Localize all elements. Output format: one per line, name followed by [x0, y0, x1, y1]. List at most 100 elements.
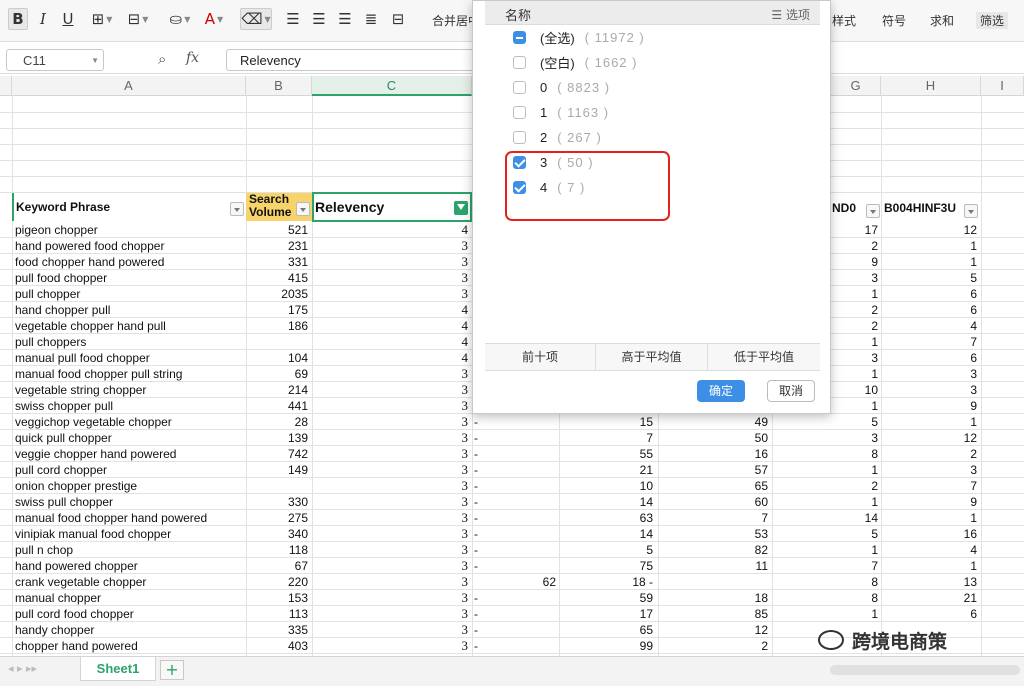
filter-dropdown-a[interactable]: [230, 202, 244, 216]
col-d-cell[interactable]: 62: [474, 574, 556, 590]
formula-input[interactable]: Relevency: [226, 49, 486, 71]
keyword-cell[interactable]: manual chopper: [15, 590, 245, 606]
checkbox[interactable]: [513, 55, 526, 69]
search-volume-cell[interactable]: 186: [248, 318, 308, 334]
options-button[interactable]: ☰ 选项: [771, 6, 810, 23]
col-f-cell[interactable]: 82: [660, 542, 768, 558]
cancel-button[interactable]: 取消: [767, 380, 815, 402]
search-volume-cell[interactable]: 69: [248, 366, 308, 382]
keyword-cell[interactable]: hand powered chopper: [15, 558, 245, 574]
ok-button[interactable]: 确定: [697, 380, 745, 402]
keyword-cell[interactable]: pull cord chopper: [15, 462, 245, 478]
search-volume-cell[interactable]: 2035: [248, 286, 308, 302]
relevency-cell[interactable]: 3: [314, 574, 469, 590]
col-h-cell[interactable]: 3: [883, 366, 977, 382]
relevency-cell[interactable]: 3: [314, 382, 469, 398]
filter-list-item[interactable]: 1 ( 1163 ): [513, 102, 609, 122]
justify-button[interactable]: ≣: [362, 8, 380, 30]
keyword-cell[interactable]: quick pull chopper: [15, 430, 245, 446]
col-e-cell[interactable]: 99: [561, 638, 653, 654]
col-e-cell[interactable]: 63: [561, 510, 653, 526]
keyword-cell[interactable]: swiss chopper pull: [15, 398, 245, 414]
col-f-cell[interactable]: 65: [660, 478, 768, 494]
distribute-button[interactable]: ⊟: [388, 8, 408, 30]
col-d-cell[interactable]: -: [474, 446, 556, 462]
merge-format-button[interactable]: ⊟ ▼: [124, 8, 152, 30]
search-volume-cell[interactable]: 220: [248, 574, 308, 590]
horizontal-scrollbar[interactable]: [830, 665, 1020, 675]
relevency-cell[interactable]: 3: [314, 606, 469, 622]
keyword-cell[interactable]: vinipiak manual food chopper: [15, 526, 245, 542]
underline-button[interactable]: U: [58, 8, 78, 30]
filter-list-item[interactable]: (空白) ( 1662 ): [513, 52, 637, 72]
col-e-cell[interactable]: 5: [561, 542, 653, 558]
search-volume-cell[interactable]: 67: [248, 558, 308, 574]
col-g-cell[interactable]: 3: [774, 430, 878, 446]
border-button[interactable]: ⊞ ▼: [88, 8, 116, 30]
search-volume-cell[interactable]: 214: [248, 382, 308, 398]
col-d-cell[interactable]: -: [474, 606, 556, 622]
below-average-button[interactable]: 低于平均值: [708, 344, 820, 371]
col-e-cell[interactable]: 15: [561, 414, 653, 430]
top10-button[interactable]: 前十项: [485, 344, 596, 371]
column-header-g[interactable]: G: [831, 76, 881, 96]
zoom-icon[interactable]: ⌕: [158, 50, 166, 68]
header-cell-search-volume[interactable]: Search Volume: [246, 193, 312, 221]
sum-button[interactable]: 求和: [930, 12, 954, 29]
name-box[interactable]: C11 ▼: [6, 49, 104, 71]
sheet-nav-arrows[interactable]: ◂ ▸ ▸▸: [8, 662, 37, 675]
merge-center-button[interactable]: 合并居中: [432, 12, 472, 29]
col-h-cell[interactable]: 7: [883, 478, 977, 494]
col-h-cell[interactable]: 13: [883, 574, 977, 590]
filter-list-item[interactable]: 2 ( 267 ): [513, 127, 602, 147]
keyword-cell[interactable]: manual food chopper hand powered: [15, 510, 245, 526]
search-volume-cell[interactable]: 521: [248, 222, 308, 238]
relevency-cell[interactable]: 3: [314, 398, 469, 414]
search-volume-cell[interactable]: 113: [248, 606, 308, 622]
checkbox[interactable]: [513, 105, 526, 119]
column-header-a[interactable]: A: [12, 76, 246, 96]
search-volume-cell[interactable]: 28: [248, 414, 308, 430]
search-volume-cell[interactable]: 335: [248, 622, 308, 638]
keyword-cell[interactable]: chopper hand powered: [15, 638, 245, 654]
keyword-cell[interactable]: pull cord food chopper: [15, 606, 245, 622]
relevency-cell[interactable]: 3: [314, 430, 469, 446]
col-g-cell[interactable]: 5: [774, 414, 878, 430]
col-h-cell[interactable]: 21: [883, 590, 977, 606]
fill-color-button[interactable]: ⛀ ▼: [164, 8, 196, 30]
col-g-cell[interactable]: 2: [774, 478, 878, 494]
col-d-cell[interactable]: -: [474, 558, 556, 574]
col-g-cell[interactable]: 1: [774, 606, 878, 622]
col-h-cell[interactable]: 4: [883, 542, 977, 558]
col-e-cell[interactable]: 59: [561, 590, 653, 606]
col-e-cell[interactable]: 55: [561, 446, 653, 462]
align-left-button[interactable]: ☰: [284, 8, 302, 30]
checkbox[interactable]: [513, 30, 526, 44]
keyword-cell[interactable]: veggie chopper hand powered: [15, 446, 245, 462]
keyword-cell[interactable]: onion chopper prestige: [15, 478, 245, 494]
col-g-cell[interactable]: 7: [774, 558, 878, 574]
col-h-cell[interactable]: 3: [883, 382, 977, 398]
relevency-cell[interactable]: 3: [314, 238, 469, 254]
col-h-cell[interactable]: 5: [883, 270, 977, 286]
search-volume-cell[interactable]: 275: [248, 510, 308, 526]
col-f-cell[interactable]: 57: [660, 462, 768, 478]
col-g-cell[interactable]: 14: [774, 510, 878, 526]
filter-active-button-c[interactable]: [454, 201, 468, 215]
col-g-cell[interactable]: 8: [774, 590, 878, 606]
relevency-cell[interactable]: 3: [314, 542, 469, 558]
col-h-cell[interactable]: 1: [883, 510, 977, 526]
search-volume-cell[interactable]: 330: [248, 494, 308, 510]
col-g-cell[interactable]: 8: [774, 446, 878, 462]
relevency-cell[interactable]: 4: [314, 318, 469, 334]
italic-button[interactable]: I: [34, 8, 52, 30]
keyword-cell[interactable]: manual food chopper pull string: [15, 366, 245, 382]
column-header-c[interactable]: C: [312, 76, 472, 96]
keyword-cell[interactable]: swiss pull chopper: [15, 494, 245, 510]
col-h-cell[interactable]: 3: [883, 462, 977, 478]
sheet-tab-sheet1[interactable]: Sheet1: [80, 657, 156, 681]
col-d-cell[interactable]: -: [474, 478, 556, 494]
search-volume-cell[interactable]: 149: [248, 462, 308, 478]
keyword-cell[interactable]: vegetable chopper hand pull: [15, 318, 245, 334]
style-button[interactable]: 样式: [832, 12, 856, 29]
